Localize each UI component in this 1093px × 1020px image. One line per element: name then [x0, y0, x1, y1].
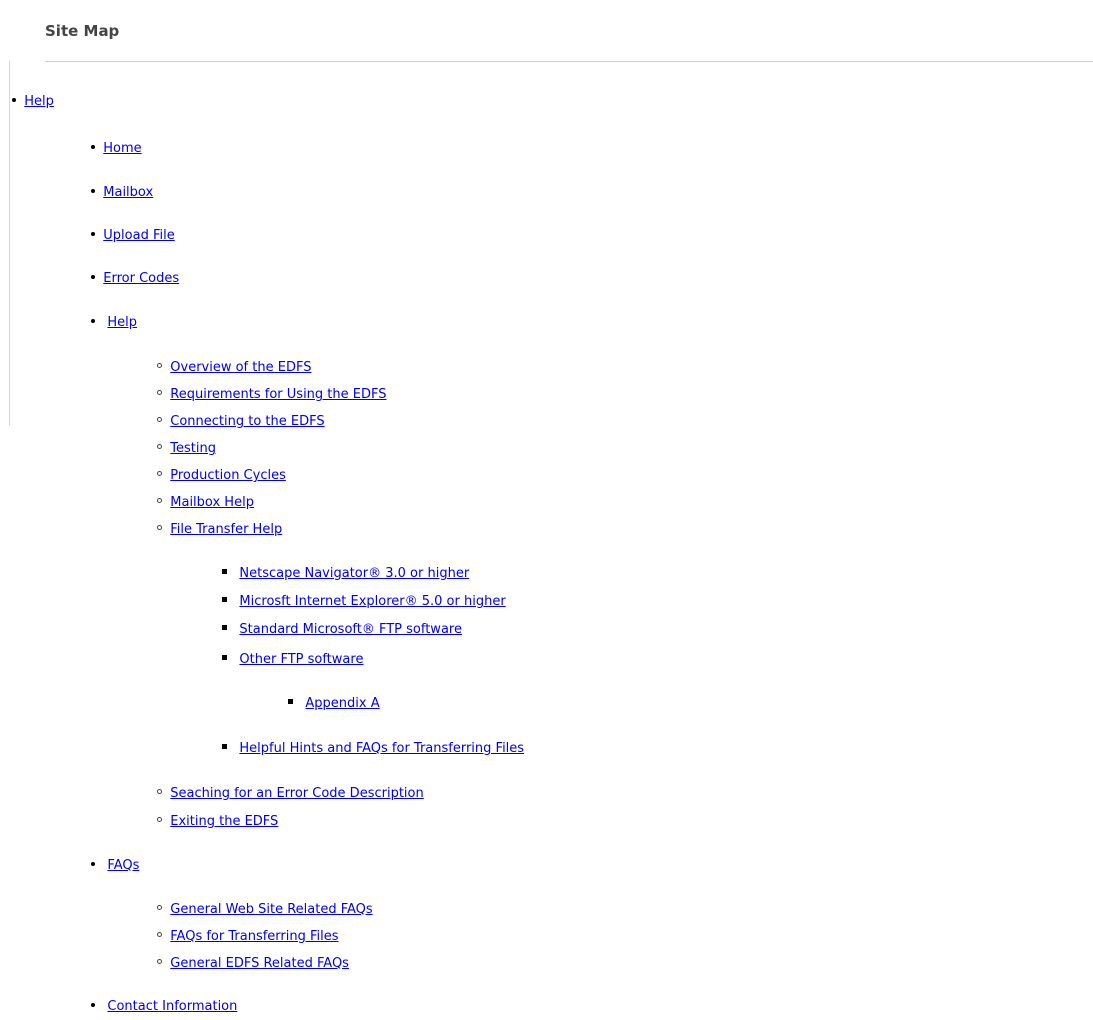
bullet-icon: [157, 789, 162, 794]
sitemap-item-other-ftp: Other FTP software: [222, 651, 363, 669]
bullet-icon: [91, 1002, 95, 1007]
bullet-icon: [222, 625, 227, 630]
upload-file-link[interactable]: Upload File: [103, 228, 174, 243]
mailbox-help-link[interactable]: Mailbox Help: [170, 495, 254, 510]
sitemap-item-appendix-a: Appendix A: [288, 695, 380, 713]
bullet-icon: [157, 417, 162, 422]
sitemap-item-production-cycles: Production Cycles: [157, 467, 286, 485]
bullet-icon: [91, 231, 95, 236]
connecting-link[interactable]: Connecting to the EDFS: [170, 414, 324, 429]
sitemap-item-connecting: Connecting to the EDFS: [157, 413, 325, 431]
bullet-icon: [288, 699, 293, 704]
bullet-icon: [157, 959, 162, 964]
sitemap-item-general-edfs-faqs: General EDFS Related FAQs: [157, 955, 349, 973]
sitemap-item-file-transfer-help: File Transfer Help: [157, 521, 282, 539]
bullet-icon: [157, 498, 162, 503]
general-web-faqs-link[interactable]: General Web Site Related FAQs: [170, 902, 372, 917]
transferring-faqs-link[interactable]: FAQs for Transferring Files: [170, 929, 338, 944]
help-section-link[interactable]: Help: [107, 315, 137, 330]
bullet-icon: [157, 905, 162, 910]
sitemap-item-upload-file: Upload File: [91, 227, 175, 245]
production-cycles-link[interactable]: Production Cycles: [170, 468, 286, 483]
error-codes-link[interactable]: Error Codes: [103, 271, 179, 286]
title-divider: [45, 61, 1093, 62]
testing-link[interactable]: Testing: [170, 441, 216, 456]
bullet-icon: [222, 597, 227, 602]
help-link[interactable]: Help: [24, 94, 54, 109]
file-transfer-help-link[interactable]: File Transfer Help: [170, 522, 282, 537]
sitemap-item-help-section: Help: [91, 314, 137, 332]
bullet-icon: [157, 525, 162, 530]
bullet-icon: [222, 744, 227, 749]
bullet-icon: [157, 471, 162, 476]
bullet-icon: [222, 569, 227, 574]
sitemap-item-mailbox-help: Mailbox Help: [157, 494, 254, 512]
sitemap-item-standard-ftp: Standard Microsoft® FTP software: [222, 621, 462, 639]
netscape-link[interactable]: Netscape Navigator® 3.0 or higher: [239, 566, 469, 581]
standard-ftp-link[interactable]: Standard Microsoft® FTP software: [239, 622, 462, 637]
sitemap-item-helpful-hints: Helpful Hints and FAQs for Transferring …: [222, 740, 524, 758]
sitemap-item-exiting: Exiting the EDFS: [157, 813, 278, 831]
sitemap-item-general-web-faqs: General Web Site Related FAQs: [157, 901, 373, 919]
bullet-icon: [157, 363, 162, 368]
other-ftp-link[interactable]: Other FTP software: [239, 652, 363, 667]
sitemap-item-contact: Contact Information: [91, 998, 237, 1016]
sitemap-item-mailbox: Mailbox: [91, 184, 153, 202]
contact-link[interactable]: Contact Information: [107, 999, 237, 1014]
bullet-icon: [157, 932, 162, 937]
bullet-icon: [12, 97, 16, 102]
bullet-icon: [91, 274, 95, 279]
bullet-icon: [222, 655, 227, 660]
sitemap-item-help: Help: [12, 93, 54, 111]
sitemap-item-faqs: FAQs: [91, 857, 139, 875]
bullet-icon: [157, 390, 162, 395]
bullet-icon: [157, 444, 162, 449]
general-edfs-faqs-link[interactable]: General EDFS Related FAQs: [170, 956, 349, 971]
bullet-icon: [91, 318, 95, 323]
sitemap-item-transferring-faqs: FAQs for Transferring Files: [157, 928, 339, 946]
appendix-a-link[interactable]: Appendix A: [305, 696, 379, 711]
page-title: Site Map: [45, 22, 120, 40]
helpful-hints-link[interactable]: Helpful Hints and FAQs for Transferring …: [239, 741, 524, 756]
sitemap-item-ie: Microsft Internet Explorer® 5.0 or highe…: [222, 593, 506, 611]
bullet-icon: [91, 861, 95, 866]
bullet-icon: [157, 817, 162, 822]
left-border: [9, 61, 10, 426]
overview-link[interactable]: Overview of the EDFS: [170, 360, 311, 375]
sitemap-item-home: Home: [91, 140, 142, 158]
bullet-icon: [91, 188, 95, 193]
home-link[interactable]: Home: [103, 141, 141, 156]
faqs-link[interactable]: FAQs: [107, 858, 139, 873]
searching-error-link[interactable]: Seaching for an Error Code Description: [170, 786, 423, 801]
sitemap-item-error-codes: Error Codes: [91, 270, 179, 288]
requirements-link[interactable]: Requirements for Using the EDFS: [170, 387, 386, 402]
sitemap-item-netscape: Netscape Navigator® 3.0 or higher: [222, 565, 469, 583]
exiting-link[interactable]: Exiting the EDFS: [170, 814, 278, 829]
sitemap-item-searching-error: Seaching for an Error Code Description: [157, 785, 424, 803]
bullet-icon: [91, 144, 95, 149]
sitemap-item-testing: Testing: [157, 440, 216, 458]
sitemap-item-overview: Overview of the EDFS: [157, 359, 311, 377]
sitemap-item-requirements: Requirements for Using the EDFS: [157, 386, 387, 404]
ie-link[interactable]: Microsft Internet Explorer® 5.0 or highe…: [239, 594, 505, 609]
mailbox-link[interactable]: Mailbox: [103, 185, 153, 200]
